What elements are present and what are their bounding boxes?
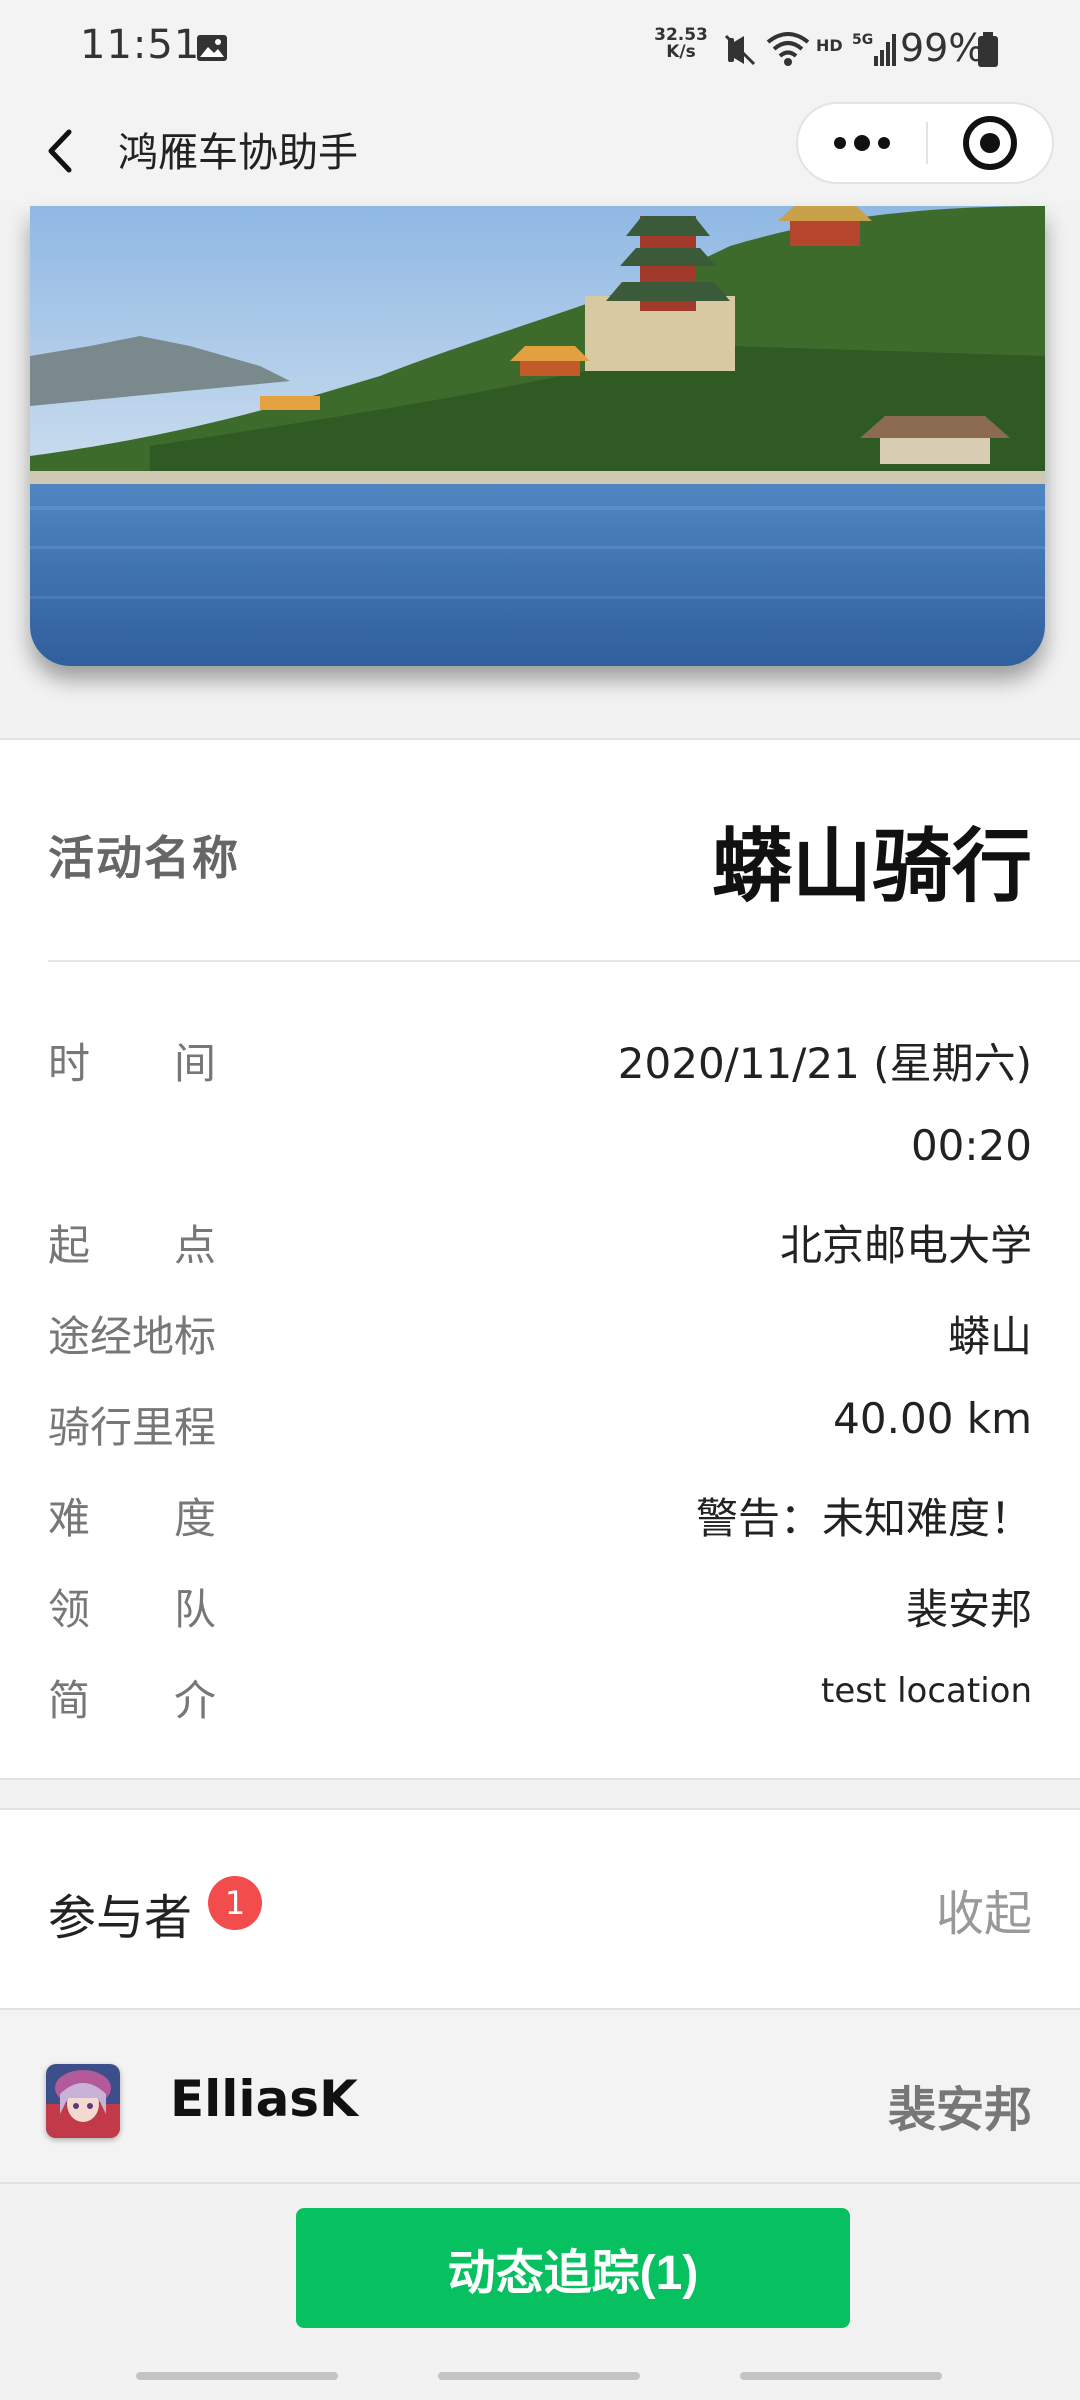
detail-value: 警告：未知难度！ [695, 1494, 1032, 1543]
detail-row-time-continued: 00:20 [48, 1121, 1032, 1181]
chevron-left-icon [48, 129, 72, 173]
detail-value: 蟒山 [947, 1312, 1032, 1361]
participants-header: 参与者 1 收起 [0, 1808, 1080, 2008]
network-speed-unit: K/s [666, 42, 696, 62]
activity-name: 蟒山骑行 [712, 820, 1032, 913]
detail-row-distance: 骑行里程 40.00 km [48, 1394, 1032, 1454]
dynamic-tracking-button[interactable]: 动态追踪(1) [296, 2208, 850, 2328]
detail-row-time: 时 间 2020/11/21 (星期六) [48, 1030, 1032, 1090]
status-time: 11:51 [80, 22, 201, 68]
detail-value: 2020/11/21 (星期六) [617, 1039, 1032, 1088]
svg-text:5G: 5G [852, 32, 873, 48]
detail-label: 领 队 [48, 1585, 217, 1634]
detail-row-start: 起 点 北京邮电大学 [48, 1212, 1032, 1272]
nav-gesture-bar [136, 2372, 338, 2380]
battery-percent: 99% [900, 26, 985, 70]
mute-icon [724, 34, 756, 66]
page-title: 鸿雁车协助手 [118, 130, 358, 176]
menu-capsule [796, 102, 1054, 184]
detail-label: 难 度 [48, 1494, 217, 1543]
nav-gesture-bar [438, 2372, 640, 2380]
detail-label: 时 间 [48, 1039, 217, 1088]
detail-label: 起 点 [48, 1221, 217, 1270]
activity-name-label: 活动名称 [48, 831, 240, 885]
collapse-button[interactable]: 收起 [936, 1874, 1032, 1944]
detail-value: 裴安邦 [905, 1585, 1032, 1634]
status-icons: 32.53 K/s HD 5G 99% [620, 22, 1080, 76]
avatar-image [46, 2064, 120, 2138]
network-speed: 32.53 K/s [650, 27, 712, 61]
participant-count-badge: 1 [208, 1876, 262, 1930]
target-icon [963, 116, 1017, 170]
participants-title: 参与者 [48, 1890, 193, 1946]
hd-label: HD [816, 36, 843, 55]
participant-name: ElliasK [170, 2070, 358, 2128]
battery-icon [978, 32, 998, 67]
banner-landscape [30, 206, 1045, 666]
detail-value: 北京邮电大学 [779, 1221, 1032, 1270]
close-miniprogram-button[interactable] [928, 104, 1052, 182]
detail-value: 00:20 [910, 1121, 1032, 1170]
back-button[interactable] [30, 116, 90, 186]
detail-label: 简 介 [48, 1676, 217, 1725]
banner-image [30, 206, 1045, 666]
participant-row[interactable]: ElliasK 裴安邦 [0, 2008, 1080, 2184]
detail-label: 骑行里程 [48, 1403, 217, 1452]
divider [48, 960, 1080, 962]
detail-row-landmark: 途经地标 蟒山 [48, 1303, 1032, 1363]
detail-value: test location [820, 1671, 1032, 1711]
participant-leader-name: 裴安邦 [887, 2082, 1032, 2138]
detail-row-difficulty: 难 度 警告：未知难度！ [48, 1485, 1032, 1545]
detail-row-leader: 领 队 裴安邦 [48, 1576, 1032, 1636]
detail-value: 40.00 km [833, 1394, 1032, 1443]
signal-icon: 5G [852, 32, 896, 66]
page: 11:51 32.53 K/s HD 5G 99% 鸿雁车协助手 活动名称 蟒山… [0, 0, 1080, 2400]
nav-gesture-bar [740, 2372, 942, 2380]
more-icon [830, 135, 894, 151]
detail-label: 途经地标 [48, 1312, 217, 1361]
activity-info-card: 活动名称 蟒山骑行 时 间 2020/11/21 (星期六) 00:20 起 点… [0, 738, 1080, 1780]
more-button[interactable] [798, 104, 926, 182]
nav-bar: 鸿雁车协助手 [0, 98, 1080, 206]
wifi-icon [766, 32, 810, 66]
status-bar: 11:51 32.53 K/s HD 5G 99% [0, 0, 1080, 98]
detail-row-intro: 简 介 test location [48, 1667, 1032, 1727]
avatar [46, 2064, 120, 2138]
gallery-icon [197, 35, 227, 61]
